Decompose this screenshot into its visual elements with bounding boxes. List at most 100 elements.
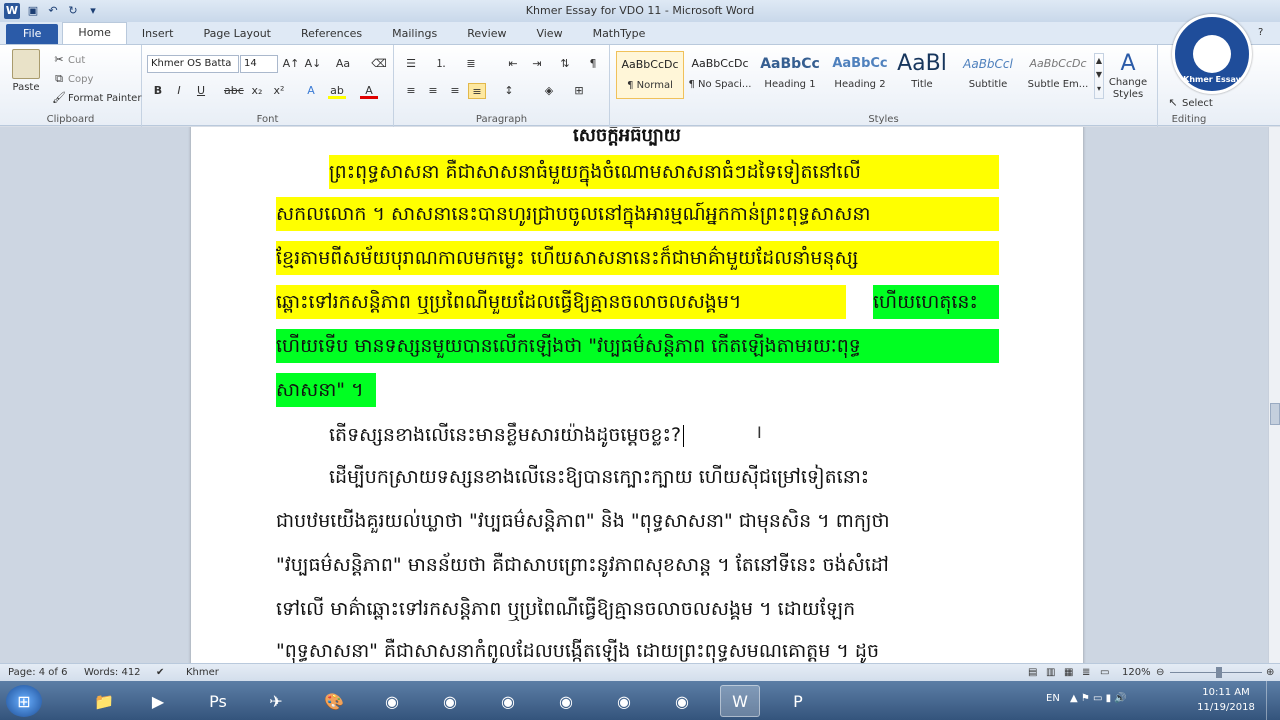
full-screen-icon[interactable]: ▥ (1046, 667, 1055, 678)
text-effects-button[interactable]: A (302, 83, 320, 99)
copy-button[interactable]: ⧉ Copy (50, 71, 93, 87)
document-page[interactable]: សេចក្ដីអធិប្បាយ ព្រះពុទ្ធសាសនា គឺជាសាសនា… (191, 127, 1083, 663)
paste-button[interactable]: Paste (8, 49, 44, 93)
chrome-icon-5[interactable]: ◉ (604, 685, 644, 717)
save-icon[interactable]: ▣ (26, 4, 40, 18)
change-styles-button[interactable]: A Change Styles (1106, 51, 1150, 101)
underline-button[interactable]: U (192, 83, 210, 99)
tab-page-layout[interactable]: Page Layout (188, 24, 286, 44)
subscript-button[interactable]: x₂ (248, 83, 266, 99)
file-explorer-icon[interactable]: 📁 (84, 685, 124, 717)
style-normal[interactable]: AaBbCcDc ¶ Normal (616, 51, 684, 99)
align-right-button[interactable]: ≡ (446, 83, 464, 99)
format-painter-button[interactable]: 🖌 Format Painter (50, 90, 141, 106)
style-title[interactable]: AaBl Title (888, 51, 956, 99)
draft-icon[interactable]: ▭ (1100, 667, 1109, 678)
change-case-button[interactable]: Aa (334, 56, 352, 72)
shrink-font-icon: A↓ (304, 57, 322, 70)
font-size-field[interactable]: 14 (240, 55, 278, 73)
powerpoint-icon[interactable]: P (778, 685, 818, 717)
strikethrough-button[interactable]: abc (224, 83, 244, 99)
web-layout-icon[interactable]: ▦ (1064, 667, 1073, 678)
outline-icon[interactable]: ≣ (1082, 667, 1090, 678)
input-language[interactable]: EN (1046, 693, 1060, 704)
zoom-out-icon[interactable]: ⊖ (1156, 667, 1164, 678)
styles-scroll-button[interactable]: ▲ ▼ ▾ (1094, 53, 1104, 99)
style-no-spacing[interactable]: AaBbCcDc ¶ No Spaci... (686, 51, 754, 99)
tab-file[interactable]: File (6, 24, 59, 44)
customize-qat-icon[interactable]: ▾ (86, 4, 100, 18)
shading-button[interactable]: ◈ (540, 83, 558, 99)
tab-home[interactable]: Home (62, 22, 127, 44)
numbering-button[interactable]: ⒈ (432, 56, 450, 72)
tab-mailings[interactable]: Mailings (377, 24, 452, 44)
zoom-in-icon[interactable]: ⊕ (1266, 667, 1274, 678)
style-preview: AaBbCc (832, 56, 888, 71)
styles-group-label: Styles (868, 114, 899, 125)
style-subtle-emphasis[interactable]: AaBbCcDc Subtle Em... (1024, 51, 1092, 99)
chrome-icon-4[interactable]: ◉ (546, 685, 586, 717)
multilevel-list-button[interactable]: ≣ (462, 56, 480, 72)
scrollbar-thumb[interactable] (1270, 403, 1280, 425)
style-heading-1[interactable]: AaBbCc Heading 1 (756, 51, 824, 99)
page-count[interactable]: Page: 4 of 6 (8, 667, 67, 678)
increase-indent-button[interactable]: ⇥ (528, 56, 546, 72)
language-indicator[interactable]: Khmer (186, 667, 219, 678)
tab-review[interactable]: Review (452, 24, 521, 44)
bold-button[interactable]: B (149, 83, 167, 99)
show-desktop-button[interactable] (1266, 681, 1280, 720)
grow-font-button[interactable]: A↑ (282, 56, 300, 72)
borders-button[interactable]: ⊞ (570, 83, 588, 99)
zoom-slider-thumb[interactable] (1216, 667, 1222, 678)
italic-button[interactable]: I (170, 83, 188, 99)
justify-button[interactable]: ≡ (468, 83, 486, 99)
tab-view[interactable]: View (521, 24, 577, 44)
print-layout-icon[interactable]: ▤ (1028, 667, 1037, 678)
word-app-icon[interactable]: W (4, 3, 20, 19)
clock-date[interactable]: 11/19/2018 (1196, 702, 1256, 713)
proofing-icon[interactable]: ✔ (156, 667, 164, 678)
paint-icon[interactable]: 🎨 (314, 685, 354, 717)
clear-format-button[interactable]: ⌫ (370, 56, 388, 72)
redo-icon[interactable]: ↻ (66, 4, 80, 18)
tab-insert[interactable]: Insert (127, 24, 189, 44)
paragraph-line-4: ឆ្ពោះទៅរកសន្តិភាព ឬប្រពៃណីមួយដែលធ្វើឱ្យគ… (276, 285, 846, 319)
select-button[interactable]: ↖ Select (1164, 95, 1212, 111)
chrome-icon-3[interactable]: ◉ (488, 685, 528, 717)
superscript-button[interactable]: x² (270, 83, 288, 99)
sort-button[interactable]: ⇅ (556, 56, 574, 72)
font-name-field[interactable]: Khmer OS Batta (147, 55, 239, 73)
undo-icon[interactable]: ↶ (46, 4, 60, 18)
telegram-icon[interactable]: ✈ (256, 685, 296, 717)
shrink-font-button[interactable]: A↓ (304, 56, 322, 72)
tab-references[interactable]: References (286, 24, 377, 44)
style-heading-2[interactable]: AaBbCc Heading 2 (826, 51, 894, 99)
help-icon[interactable]: ? (1258, 27, 1263, 38)
media-player-icon[interactable]: ▶ (138, 685, 178, 717)
chrome-icon-6[interactable]: ◉ (662, 685, 702, 717)
cut-button[interactable]: ✂ Cut (50, 52, 85, 68)
show-formatting-button[interactable]: ¶ (584, 56, 602, 72)
style-subtitle[interactable]: AaBbCcl Subtitle (954, 51, 1022, 99)
chrome-icon[interactable]: ◉ (372, 685, 412, 717)
photoshop-icon[interactable]: Ps (198, 685, 238, 717)
word-taskbar-icon[interactable]: W (720, 685, 760, 717)
tray-icons[interactable]: ▲ ⚑ ▭ ▮ 🔊 (1070, 693, 1127, 704)
highlight-button[interactable]: ab (328, 83, 346, 99)
clock-time[interactable]: 10:11 AM (1196, 687, 1256, 698)
font-color-button[interactable]: A (360, 83, 378, 99)
chrome-icon-2[interactable]: ◉ (430, 685, 470, 717)
start-button[interactable]: ⊞ (6, 685, 42, 717)
zoom-level[interactable]: 120% (1122, 667, 1151, 678)
line-spacing-button[interactable]: ↕ (500, 83, 518, 99)
decrease-indent-button[interactable]: ⇤ (504, 56, 522, 72)
word-count[interactable]: Words: 412 (84, 667, 141, 678)
style-preview: AaBl (897, 51, 947, 76)
vertical-scrollbar[interactable] (1268, 127, 1280, 663)
style-name: Heading 2 (834, 79, 886, 90)
subscript-icon: x₂ (251, 84, 263, 97)
align-left-button[interactable]: ≡ (402, 83, 420, 99)
tab-mathtype[interactable]: MathType (578, 24, 661, 44)
bullets-button[interactable]: ☰ (402, 56, 420, 72)
align-center-button[interactable]: ≡ (424, 83, 442, 99)
